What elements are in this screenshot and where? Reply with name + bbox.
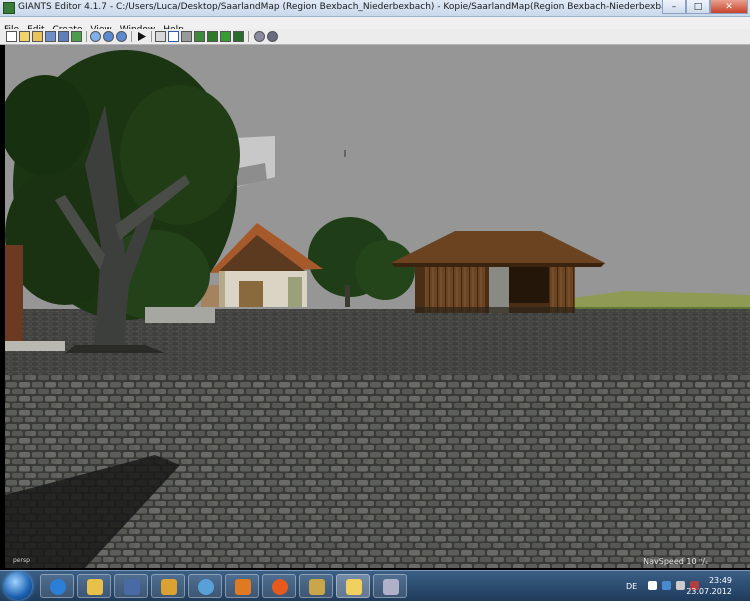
redo-icon[interactable] bbox=[116, 31, 127, 42]
volume-icon[interactable] bbox=[676, 581, 685, 590]
refresh-icon[interactable] bbox=[90, 31, 101, 42]
window-title: GIANTS Editor 4.1.7 - C:/Users/Luca/Desk… bbox=[18, 2, 749, 12]
media-player-icon[interactable] bbox=[225, 574, 259, 598]
terrain-paint-icon[interactable] bbox=[194, 31, 205, 42]
select-mode-icon[interactable] bbox=[155, 31, 166, 42]
toolbar bbox=[0, 29, 750, 45]
3d-viewport[interactable]: persp NavSpeed 10 ⁿ/ₛ bbox=[5, 45, 750, 568]
clock[interactable]: 23:49 23.07.2012 bbox=[686, 575, 732, 597]
nav-speed-readout: NavSpeed 10 ⁿ/ₛ bbox=[643, 557, 708, 566]
minimize-button[interactable]: – bbox=[662, 0, 686, 14]
clock-date: 23.07.2012 bbox=[686, 587, 732, 596]
system-tray: DE 23:49 23.07.2012 bbox=[590, 571, 750, 601]
folder-icon[interactable] bbox=[336, 574, 370, 598]
title-bar: GIANTS Editor 4.1.7 - C:/Users/Luca/Desk… bbox=[0, 0, 750, 17]
toolbar-separator bbox=[151, 31, 152, 42]
lock-icon[interactable] bbox=[267, 31, 278, 42]
settings-icon[interactable] bbox=[254, 31, 265, 42]
open-file-icon[interactable] bbox=[19, 31, 30, 42]
save-as-icon[interactable] bbox=[58, 31, 69, 42]
move-mode-icon[interactable] bbox=[168, 31, 179, 42]
internet-explorer-icon[interactable] bbox=[40, 574, 74, 598]
network-icon[interactable] bbox=[662, 581, 671, 590]
undo-icon[interactable] bbox=[103, 31, 114, 42]
toolbar-separator bbox=[131, 31, 132, 42]
toolbar-separator bbox=[86, 31, 87, 42]
firefox-icon[interactable] bbox=[262, 574, 296, 598]
close-button[interactable]: ✕ bbox=[710, 0, 748, 14]
foliage-icon[interactable] bbox=[207, 31, 218, 42]
action-center-icon[interactable] bbox=[648, 581, 657, 590]
export-icon[interactable] bbox=[71, 31, 82, 42]
camera-label: persp bbox=[13, 557, 30, 564]
app-icon[interactable] bbox=[114, 574, 148, 598]
window-controls: – □ ✕ bbox=[662, 0, 748, 14]
clock-time: 23:49 bbox=[708, 576, 732, 585]
grass-icon[interactable] bbox=[220, 31, 231, 42]
windows-taskbar: DE 23:49 23.07.2012 bbox=[0, 570, 750, 601]
giants-app-icon bbox=[3, 2, 15, 14]
new-file-icon[interactable] bbox=[6, 31, 17, 42]
start-button[interactable] bbox=[4, 572, 32, 600]
maximize-button[interactable]: □ bbox=[686, 0, 710, 14]
messenger-icon[interactable] bbox=[188, 574, 222, 598]
giants-editor-icon[interactable] bbox=[299, 574, 333, 598]
terrain-icon[interactable] bbox=[181, 31, 192, 42]
menu-bar: FileEditCreateViewWindowHelp bbox=[0, 17, 750, 35]
play-icon[interactable] bbox=[136, 31, 147, 42]
paint-icon[interactable] bbox=[373, 574, 407, 598]
scene-render bbox=[5, 45, 750, 568]
language-indicator[interactable]: DE bbox=[626, 582, 637, 591]
media-icon[interactable] bbox=[151, 574, 185, 598]
file-explorer-icon[interactable] bbox=[77, 574, 111, 598]
toolbar-separator bbox=[248, 31, 249, 42]
grass-icon[interactable] bbox=[233, 31, 244, 42]
save-icon[interactable] bbox=[45, 31, 56, 42]
open-folder-icon[interactable] bbox=[32, 31, 43, 42]
